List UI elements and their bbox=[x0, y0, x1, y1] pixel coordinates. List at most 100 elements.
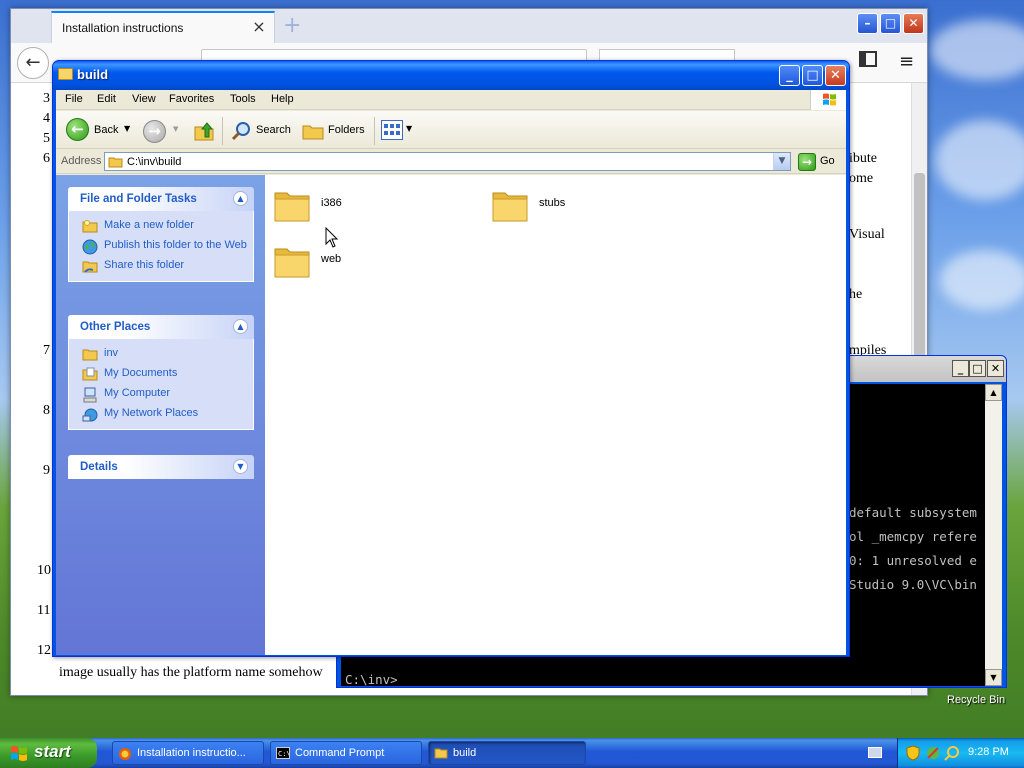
body-text: image usually has the platform name some… bbox=[59, 665, 323, 680]
cmd-icon: C:\ bbox=[276, 747, 291, 759]
folders-label: Folders bbox=[328, 124, 365, 136]
windows-flag-icon bbox=[10, 744, 28, 762]
taskbar-item-build[interactable]: build bbox=[428, 741, 586, 765]
tab-installation-instructions[interactable]: Installation instructions × bbox=[51, 11, 275, 43]
cmd-maximize-button[interactable]: □ bbox=[969, 360, 986, 377]
search-icon bbox=[230, 120, 252, 142]
menu-tools[interactable]: Tools bbox=[230, 93, 256, 105]
back-label: Back bbox=[94, 124, 119, 136]
firefox-close-button[interactable]: ✕ bbox=[903, 13, 924, 34]
folder-item-stubs[interactable]: stubs bbox=[491, 187, 701, 235]
menu-favorites[interactable]: Favorites bbox=[169, 93, 214, 105]
console-line: ol _memcpy refere bbox=[849, 529, 977, 544]
taskbar-item-command-prompt[interactable]: C:\ Command Prompt bbox=[270, 741, 422, 765]
expand-chevron-icon[interactable]: ▼ bbox=[233, 459, 248, 474]
app-icon bbox=[118, 747, 132, 760]
folder-item-web[interactable]: web bbox=[273, 243, 483, 291]
search-button[interactable]: Search bbox=[228, 115, 292, 145]
views-icon bbox=[381, 120, 403, 140]
file-view[interactable]: i386 stubs web bbox=[265, 175, 846, 655]
folders-icon bbox=[302, 122, 324, 140]
folder-item-i386[interactable]: i386 bbox=[273, 187, 483, 235]
address-input[interactable]: C:\inv\build ▼ bbox=[104, 152, 791, 171]
network-icon[interactable] bbox=[926, 745, 940, 761]
up-folder-icon[interactable] bbox=[192, 119, 216, 143]
tab-bar: Installation instructions × + – □ ✕ bbox=[11, 9, 927, 43]
menu-edit[interactable]: Edit bbox=[97, 93, 116, 105]
place-label: inv bbox=[104, 347, 119, 359]
taskbar: start Installation instructio... C:\ Com… bbox=[0, 738, 1024, 768]
line-number: 11 bbox=[37, 603, 51, 618]
firefox-minimize-button[interactable]: – bbox=[857, 13, 878, 34]
panel-body: inv My Documents My Computer My Network … bbox=[68, 339, 254, 430]
clock[interactable]: 9:28 PM bbox=[968, 746, 1009, 758]
collapse-chevron-icon[interactable]: ▲ bbox=[233, 191, 248, 206]
place-inv-link[interactable]: inv bbox=[69, 345, 253, 365]
place-network-places-link[interactable]: My Network Places bbox=[69, 405, 253, 425]
go-button[interactable]: → Go bbox=[796, 152, 842, 172]
cmd-minimize-button[interactable]: _ bbox=[952, 360, 969, 377]
forward-arrow-icon[interactable]: → bbox=[143, 120, 166, 143]
new-tab-icon[interactable]: + bbox=[283, 13, 301, 38]
folder-name: web bbox=[321, 253, 342, 265]
folder-icon bbox=[108, 155, 123, 168]
folder-icon bbox=[273, 243, 311, 279]
panel-header[interactable]: Other Places ▲ bbox=[68, 315, 254, 339]
keyboard-icon[interactable] bbox=[868, 747, 882, 758]
start-button[interactable]: start bbox=[0, 738, 97, 768]
scroll-up-arrow-icon[interactable]: ▲ bbox=[985, 384, 1002, 401]
taskbar-item-firefox[interactable]: Installation instructio... bbox=[112, 741, 264, 765]
close-button[interactable]: ✕ bbox=[825, 65, 846, 86]
share-folder-icon bbox=[82, 259, 98, 273]
line-number: 9 bbox=[43, 463, 50, 478]
line-number: 5 bbox=[43, 131, 50, 146]
chevron-down-icon: ▼ bbox=[124, 124, 131, 133]
collapse-chevron-icon[interactable]: ▲ bbox=[233, 319, 248, 334]
folder-name: i386 bbox=[321, 197, 342, 209]
place-label: My Computer bbox=[104, 387, 171, 399]
maximize-button[interactable]: □ bbox=[802, 65, 823, 86]
folder-icon bbox=[434, 747, 448, 759]
publish-to-web-link[interactable]: Publish this folder to the Web bbox=[69, 237, 253, 257]
back-button[interactable]: ← Back ▼ bbox=[62, 115, 134, 145]
text-fragment: ibute bbox=[849, 151, 877, 166]
views-button[interactable]: ▼ bbox=[381, 120, 415, 142]
menu-file[interactable]: File bbox=[65, 93, 83, 105]
chevron-down-icon[interactable]: ▼ bbox=[773, 153, 790, 170]
start-label: start bbox=[34, 742, 71, 761]
text-fragment: Visual bbox=[849, 227, 885, 242]
cmd-close-button[interactable]: ✕ bbox=[987, 360, 1004, 377]
recycle-bin-label[interactable]: Recycle Bin bbox=[947, 694, 1005, 706]
back-arrow-icon: ← bbox=[66, 118, 89, 141]
cmd-scrollbar[interactable]: ▲ ▼ bbox=[985, 384, 1002, 686]
cloud bbox=[940, 250, 1024, 310]
windows-logo-icon bbox=[810, 90, 846, 110]
tab-close-icon[interactable]: × bbox=[250, 18, 268, 36]
place-my-computer-link[interactable]: My Computer bbox=[69, 385, 253, 405]
search-icon[interactable] bbox=[944, 745, 960, 761]
task-label: Publish this folder to the Web bbox=[104, 239, 247, 251]
firefox-maximize-button[interactable]: □ bbox=[880, 13, 901, 34]
panel-header[interactable]: Details ▼ bbox=[68, 455, 254, 479]
place-my-documents-link[interactable]: My Documents bbox=[69, 365, 253, 385]
explorer-titlebar[interactable]: build _ □ ✕ bbox=[53, 61, 849, 90]
share-folder-link[interactable]: Share this folder bbox=[69, 257, 253, 277]
folders-button[interactable]: Folders bbox=[300, 115, 368, 145]
task-label: Share this folder bbox=[104, 259, 185, 271]
hamburger-menu-icon[interactable]: ≡ bbox=[899, 51, 914, 72]
svg-text:C:\: C:\ bbox=[278, 750, 289, 758]
minimize-button[interactable]: _ bbox=[779, 65, 800, 86]
cloud bbox=[935, 120, 1024, 200]
panel-header[interactable]: File and Folder Tasks ▲ bbox=[68, 187, 254, 211]
make-new-folder-link[interactable]: Make a new folder bbox=[69, 217, 253, 237]
sidebar-icon[interactable] bbox=[859, 51, 877, 67]
menu-view[interactable]: View bbox=[132, 93, 156, 105]
tab-title: Installation instructions bbox=[62, 21, 184, 35]
security-shield-icon[interactable] bbox=[906, 745, 920, 761]
scroll-down-arrow-icon[interactable]: ▼ bbox=[985, 669, 1002, 686]
place-label: My Network Places bbox=[104, 407, 199, 419]
text-fragment: ome bbox=[849, 171, 874, 186]
back-arrow-icon[interactable]: ← bbox=[17, 47, 49, 79]
panel-title: Details bbox=[80, 461, 118, 473]
menu-help[interactable]: Help bbox=[271, 93, 294, 105]
